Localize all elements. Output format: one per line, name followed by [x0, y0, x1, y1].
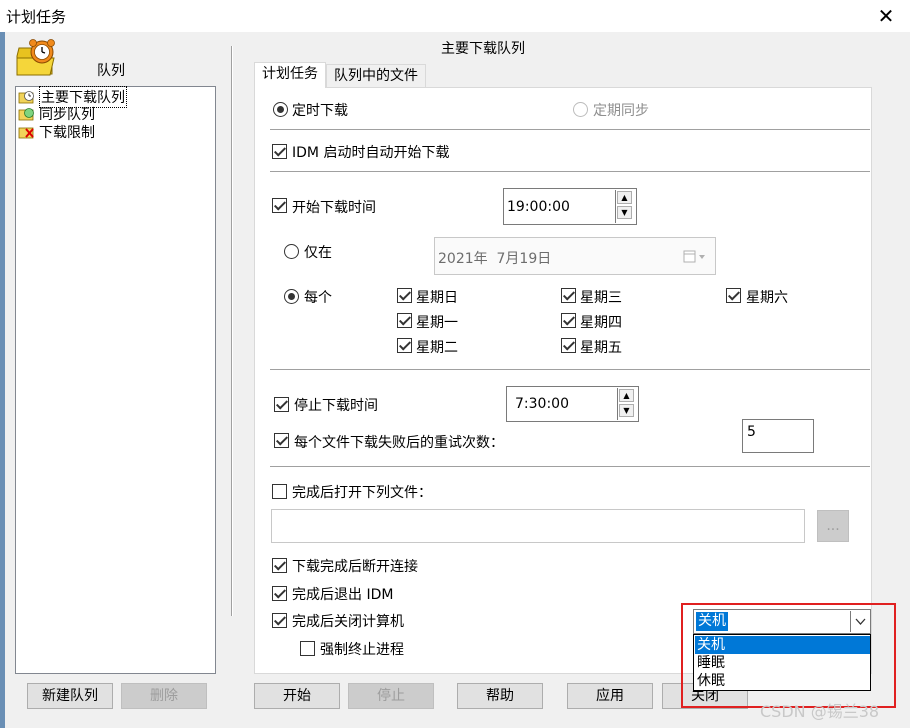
separator: [270, 466, 870, 468]
timed-download-label: 定时下载: [292, 103, 348, 119]
stop-button[interactable]: 停止: [348, 683, 434, 709]
auto-start-label: IDM 启动时自动开始下载: [292, 145, 450, 161]
exit-idm-label: 完成后退出 IDM: [292, 587, 394, 603]
force-kill-checkbox[interactable]: [300, 641, 315, 656]
window-title: 计划任务: [6, 8, 67, 26]
day-saturday-checkbox[interactable]: [726, 288, 741, 303]
day-thursday-label: 星期四: [580, 315, 622, 331]
force-kill-label: 强制终止进程: [320, 642, 404, 658]
watermark: CSDN @锡兰38: [760, 702, 880, 721]
separator: [270, 129, 870, 131]
timed-download-radio[interactable]: [273, 102, 288, 117]
stop-time-checkbox[interactable]: [274, 397, 289, 412]
stop-time-up-button[interactable]: ▲: [619, 389, 634, 402]
day-wednesday-checkbox[interactable]: [561, 288, 576, 303]
once-date-picker[interactable]: 2021年 7月19日: [434, 237, 716, 275]
day-wednesday-label: 星期三: [580, 290, 622, 306]
once-date-value: 2021年 7月19日: [438, 251, 552, 267]
start-button[interactable]: 开始: [254, 683, 340, 709]
day-friday-checkbox[interactable]: [561, 338, 576, 353]
queue-item-label: 同步队列: [39, 106, 95, 123]
queue-item-label: 下载限制: [39, 124, 95, 141]
day-friday-label: 星期五: [580, 340, 622, 356]
day-thursday-checkbox[interactable]: [561, 313, 576, 328]
open-file-label: 完成后打开下列文件：: [292, 485, 432, 501]
help-button[interactable]: 帮助: [457, 683, 543, 709]
stop-time-label: 停止下载时间: [294, 398, 378, 414]
scheduler-clock-icon: [14, 38, 58, 78]
day-tuesday-checkbox[interactable]: [397, 338, 412, 353]
queue-item-limit[interactable]: 下载限制: [18, 123, 95, 141]
day-sunday-label: 星期日: [416, 290, 458, 306]
calendar-dropdown-icon: [683, 250, 709, 264]
retry-checkbox[interactable]: [274, 433, 289, 448]
weekly-radio[interactable]: [284, 289, 299, 304]
browse-button[interactable]: ...: [817, 510, 849, 542]
queue-list[interactable]: 主要下载队列 同步队列 下载限制: [15, 85, 216, 674]
queue-panel-header: 队列: [97, 63, 125, 79]
start-time-checkbox[interactable]: [272, 198, 287, 213]
start-time-up-button[interactable]: ▲: [617, 191, 632, 204]
delete-queue-button[interactable]: 删除: [121, 683, 207, 709]
once-radio[interactable]: [284, 244, 299, 259]
tab-files-in-queue[interactable]: 队列中的文件: [326, 64, 426, 87]
separator: [270, 171, 870, 173]
title-bar: [0, 0, 910, 32]
start-time-spinner: ▲ ▼: [615, 190, 632, 223]
main-queue-icon: [18, 90, 36, 104]
exit-idm-checkbox[interactable]: [272, 586, 287, 601]
day-sunday-checkbox[interactable]: [397, 288, 412, 303]
highlight-annotation: [681, 603, 896, 708]
retry-count-value: 5: [747, 424, 756, 440]
sync-queue-icon: [18, 107, 36, 121]
open-file-path-input[interactable]: [271, 509, 805, 543]
new-queue-button[interactable]: 新建队列: [27, 683, 113, 709]
queue-item-main[interactable]: 主要下载队列: [18, 85, 127, 108]
stop-time-down-button[interactable]: ▼: [619, 404, 634, 417]
open-file-checkbox[interactable]: [272, 484, 287, 499]
shutdown-checkbox[interactable]: [272, 613, 287, 628]
separator: [270, 369, 870, 371]
disconnect-label: 下载完成后断开连接: [292, 559, 418, 575]
stop-time-value: 7:30:00: [515, 396, 569, 412]
day-monday-checkbox[interactable]: [397, 313, 412, 328]
tab-schedule[interactable]: 计划任务: [254, 62, 326, 88]
periodic-sync-radio[interactable]: [573, 102, 588, 117]
background-window-edge: [0, 32, 5, 728]
periodic-sync-label: 定期同步: [593, 103, 649, 119]
day-tuesday-label: 星期二: [416, 340, 458, 356]
panel-divider: [231, 46, 233, 616]
once-label: 仅在: [304, 245, 332, 261]
shutdown-label: 完成后关闭计算机: [292, 614, 404, 630]
day-monday-label: 星期一: [416, 315, 458, 331]
queue-item-sync[interactable]: 同步队列: [18, 105, 95, 123]
retry-label: 每个文件下载失败后的重试次数：: [294, 435, 504, 451]
start-time-value: 19:00:00: [507, 199, 570, 215]
retry-count-input[interactable]: 5: [742, 419, 814, 453]
day-saturday-label: 星期六: [746, 290, 788, 306]
start-time-down-button[interactable]: ▼: [617, 206, 632, 219]
stop-time-spinner: ▲ ▼: [617, 388, 634, 420]
auto-start-checkbox[interactable]: [272, 144, 287, 159]
disconnect-checkbox[interactable]: [272, 558, 287, 573]
close-window-button[interactable]: ✕: [872, 2, 900, 30]
apply-button[interactable]: 应用: [567, 683, 653, 709]
download-limit-icon: [18, 125, 36, 139]
queue-title: 主要下载队列: [441, 41, 525, 57]
weekly-label: 每个: [304, 290, 332, 306]
start-time-label: 开始下载时间: [292, 200, 376, 216]
